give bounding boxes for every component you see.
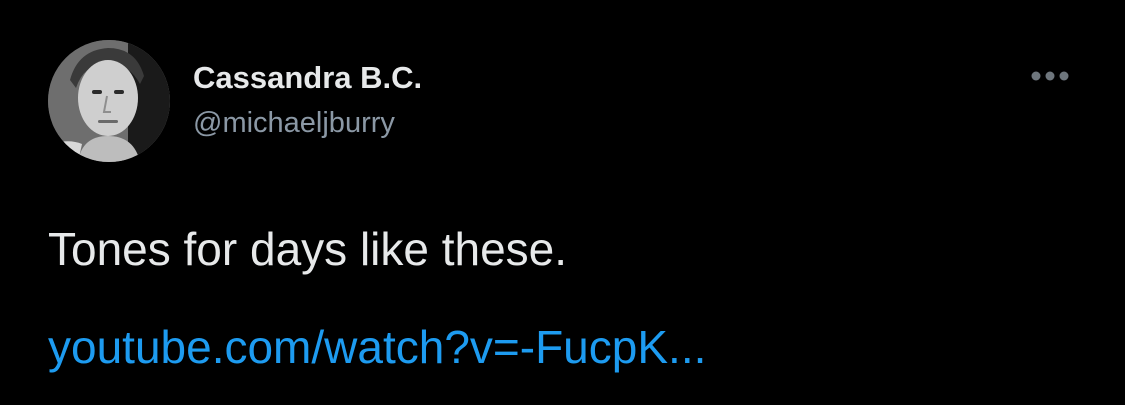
more-options-button[interactable]	[1024, 62, 1076, 90]
author-handle[interactable]: @michaeljburry	[193, 107, 395, 140]
avatar[interactable]	[48, 40, 170, 162]
tweet-card: Cassandra B.C. @michaeljburry Tones for …	[0, 0, 1125, 405]
ellipsis-icon	[1031, 71, 1069, 81]
author-display-name[interactable]: Cassandra B.C.	[193, 60, 422, 96]
tweet-link[interactable]: youtube.com/watch?v=-FucpK...	[48, 320, 706, 374]
profile-photo-icon	[48, 40, 170, 162]
tweet-text: Tones for days like these.	[48, 223, 568, 275]
